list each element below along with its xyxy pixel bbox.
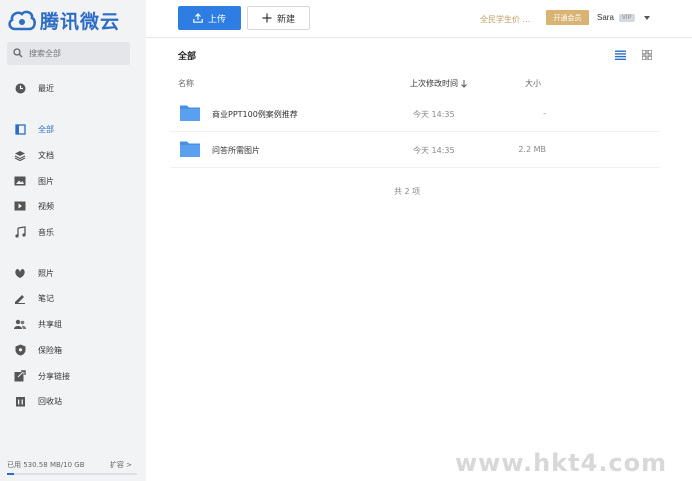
sidebar-item-trash[interactable]: 回收站: [14, 393, 62, 409]
expand-storage-link[interactable]: 扩容 >: [110, 460, 132, 470]
user-menu[interactable]: Sara VIP: [597, 13, 650, 22]
sidebar-item-groups[interactable]: 共享组: [14, 316, 62, 332]
group-icon: [14, 318, 26, 330]
sidebar-item-all[interactable]: 全部: [14, 121, 54, 137]
shield-icon: [14, 344, 26, 356]
file-name[interactable]: 商业PPT100例案例推荐: [212, 109, 298, 120]
sidebar-item-share-links[interactable]: 分享链接: [14, 368, 70, 384]
file-name[interactable]: 问答所需图片: [212, 145, 260, 156]
layers-icon: [14, 149, 26, 161]
sidebar-item-notes[interactable]: 笔记: [14, 290, 54, 306]
search-input[interactable]: [29, 49, 119, 58]
search-icon: [13, 47, 23, 60]
photo-leaf-icon: [14, 267, 26, 279]
clock-icon: [14, 82, 26, 94]
file-size: 2.2 MB: [518, 145, 546, 154]
sidebar-item-images[interactable]: 图片: [14, 173, 54, 189]
sidebar-item-label: 共享组: [38, 319, 62, 329]
sidebar: 腾讯微云 最近 全部 文档 图片 视频: [0, 0, 146, 481]
upload-button-label: 上传: [207, 14, 226, 25]
all-files-icon: [14, 123, 26, 135]
watermark: www.hkt4.com: [455, 449, 668, 477]
sidebar-item-videos[interactable]: 视频: [14, 198, 54, 214]
app-logo[interactable]: 腾讯微云: [7, 7, 120, 34]
sidebar-item-label: 图片: [38, 176, 54, 186]
column-header-time[interactable]: 上次修改时间: [410, 78, 467, 89]
sidebar-item-vault[interactable]: 保险箱: [14, 342, 62, 358]
sort-down-arrow-icon: [461, 79, 467, 88]
sidebar-item-label: 笔记: [38, 293, 54, 303]
search-box[interactable]: [7, 42, 130, 65]
share-link-icon: [14, 370, 26, 382]
student-promo-link[interactable]: 全民学生价 ...: [480, 14, 530, 25]
vip-badge: VIP: [618, 13, 635, 22]
sidebar-item-label: 分享链接: [38, 371, 70, 381]
sidebar-item-label: 音乐: [38, 227, 54, 237]
sidebar-item-label: 文档: [38, 150, 54, 160]
open-vip-button[interactable]: 开通会员: [546, 10, 589, 25]
storage-progress-bar: [7, 473, 137, 475]
sidebar-item-label: 回收站: [38, 396, 62, 406]
sidebar-item-docs[interactable]: 文档: [14, 147, 54, 163]
music-note-icon: [14, 226, 26, 238]
app-logo-text: 腾讯微云: [40, 11, 121, 33]
plus-icon: [262, 13, 272, 23]
upload-icon: [193, 13, 203, 23]
top-toolbar: 上传 新建 全民学生价 ... 开通会员 Sara VIP: [146, 0, 692, 38]
storage-usage: 已用 530.58 MB/10 GB 扩容 >: [7, 460, 132, 470]
trash-icon: [14, 395, 26, 407]
file-time: 今天 14:35: [413, 146, 455, 155]
item-count: 共 2 项: [394, 187, 421, 196]
sidebar-item-photos[interactable]: 照片: [14, 265, 54, 281]
sidebar-item-label: 保险箱: [38, 345, 62, 355]
table-row[interactable]: 问答所需图片 今天 14:35 2.2 MB: [170, 132, 660, 168]
column-header-time-label: 上次修改时间: [410, 79, 458, 88]
sidebar-item-label: 视频: [38, 201, 54, 211]
file-time: 今天 14:35: [413, 110, 455, 119]
folder-icon: [180, 140, 200, 159]
folder-icon: [180, 104, 200, 123]
username: Sara: [597, 13, 614, 22]
storage-progress-fill: [7, 473, 14, 475]
new-button-label: 新建: [276, 14, 295, 25]
chevron-down-icon: [643, 15, 650, 20]
cloud-logo-icon: [7, 9, 37, 33]
table-row[interactable]: 商业PPT100例案例推荐 今天 14:35 -: [170, 96, 660, 132]
new-button[interactable]: 新建: [247, 6, 310, 30]
sidebar-item-label: 全部: [38, 124, 54, 134]
sidebar-item-recent[interactable]: 最近: [14, 80, 54, 96]
pen-icon: [14, 292, 26, 304]
column-header-size[interactable]: 大小: [525, 78, 541, 89]
storage-used-text: 已用 530.58 MB/10 GB: [7, 461, 85, 469]
video-icon: [14, 200, 26, 212]
breadcrumb: 全部: [178, 52, 197, 62]
column-header-name[interactable]: 名称: [178, 78, 194, 89]
upload-button[interactable]: 上传: [178, 6, 241, 30]
image-icon: [14, 175, 26, 187]
sidebar-item-music[interactable]: 音乐: [14, 224, 54, 240]
list-view-icon[interactable]: [615, 50, 626, 62]
file-size: -: [543, 109, 546, 118]
sidebar-item-label: 照片: [38, 268, 54, 278]
sidebar-item-label: 最近: [38, 83, 54, 93]
grid-view-icon[interactable]: [641, 49, 653, 62]
